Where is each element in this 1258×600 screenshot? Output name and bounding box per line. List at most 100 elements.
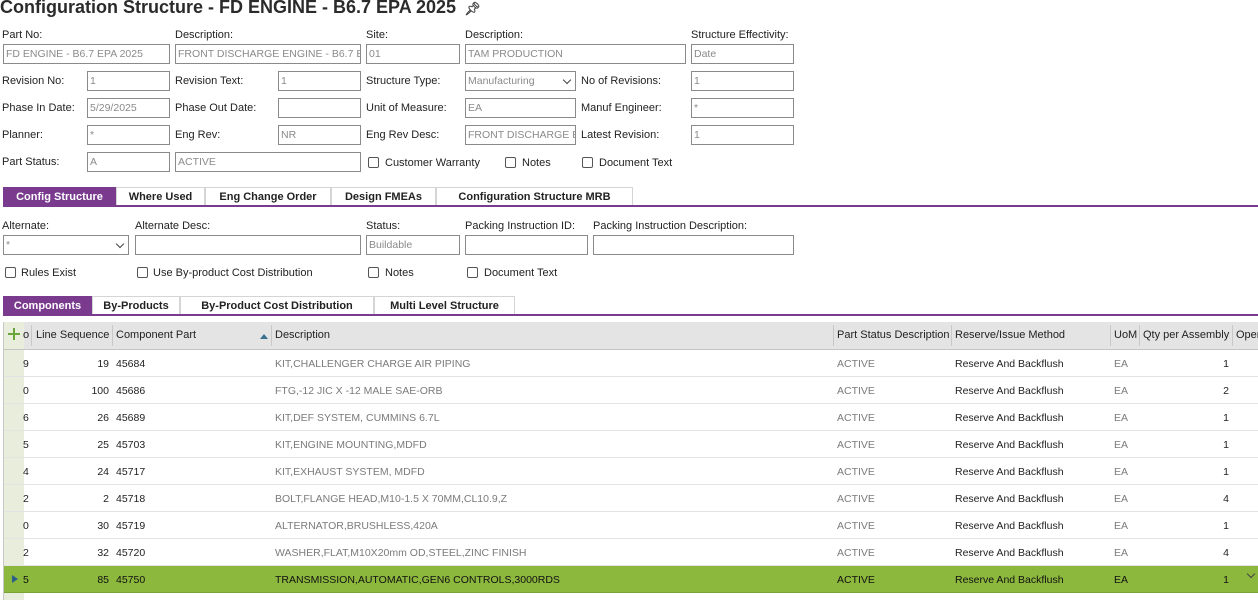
cell-description: TRANSMISSION,AUTOMATIC,GEN6 CONTROLS,300… — [275, 574, 560, 586]
tab-where-used[interactable]: Where Used — [116, 187, 205, 206]
cell-uom: EA — [1114, 439, 1129, 451]
part-status-desc-field[interactable]: ACTIVE — [175, 152, 361, 172]
cell-uom: EA — [1114, 466, 1129, 478]
part-status-field[interactable]: A — [87, 152, 170, 172]
part-description-label: Description: — [175, 29, 234, 41]
table-row[interactable]: 0 100 45686 FTG,-12 JIC X -12 MALE SAE-ORB A… — [4, 377, 1258, 404]
packing-instruction-id-field[interactable] — [465, 235, 588, 255]
cell-qty-per-assembly: 4 — [1223, 493, 1229, 505]
planner-field[interactable]: * — [87, 125, 170, 145]
table-row[interactable]: 9 19 45684 KIT,CHALLENGER CHARGE AIR PIPING… — [4, 350, 1258, 377]
site-description-field[interactable]: TAM PRODUCTION — [465, 44, 686, 64]
cell-line-sequence: 30 — [97, 520, 109, 532]
alt-document-text-checkbox[interactable] — [467, 267, 478, 278]
revision-no-field[interactable]: 1 — [87, 71, 170, 91]
alt-notes-label: Notes — [385, 267, 414, 279]
col-uom[interactable]: UoM — [1114, 329, 1137, 341]
part-description-field[interactable]: FRONT DISCHARGE ENGINE - B6.7 EP — [175, 44, 361, 64]
status-field[interactable]: Buildable — [366, 235, 460, 255]
tab-configuration-structure-mrb[interactable]: Configuration Structure MRB — [436, 187, 633, 206]
structure-effectivity-field[interactable]: Date — [691, 44, 794, 64]
eng-rev-desc-field[interactable]: FRONT DISCHARGE EN — [465, 125, 576, 145]
revision-text-field[interactable]: 1 — [278, 71, 361, 91]
pin-icon[interactable]: 📌︎ — [464, 1, 481, 17]
cell-position: 0 — [23, 520, 29, 532]
col-description[interactable]: Description — [275, 329, 330, 341]
cell-reserve-issue-method: Reserve And Backflush — [955, 493, 1064, 505]
tab-by-product-cost-distribution[interactable]: By-Product Cost Distribution — [180, 296, 374, 315]
alternate-select[interactable]: * — [3, 235, 129, 255]
col-component-part[interactable]: Component Part — [116, 329, 196, 341]
table-row[interactable]: 2 2 45718 BOLT,FLANGE HEAD,M10-1.5 X 70MM,C… — [4, 485, 1258, 512]
phase-out-date-field[interactable] — [278, 98, 361, 118]
tab-components[interactable]: Components — [3, 296, 92, 315]
notes-checkbox[interactable] — [505, 157, 516, 168]
alternate-desc-field[interactable] — [135, 235, 361, 255]
cell-component-part: 45689 — [116, 412, 146, 424]
cell-qty-per-assembly: 4 — [1223, 547, 1229, 559]
alt-notes-checkbox[interactable] — [368, 267, 379, 278]
col-qty-per-assembly[interactable]: Qty per Assembly — [1143, 329, 1229, 341]
table-row[interactable]: 0 30 45719 ALTERNATOR,BRUSHLESS,420A ACTIVE R… — [4, 512, 1258, 539]
cell-uom: EA — [1114, 574, 1129, 586]
part-status-label: Part Status: — [2, 156, 60, 168]
col-reserve-issue-method[interactable]: Reserve/Issue Method — [955, 329, 1065, 341]
tab-eng-change-order[interactable]: Eng Change Order — [205, 187, 331, 206]
table-row[interactable]: 6 26 45689 KIT,DEF SYSTEM, CUMMINS 6.7L ACTI… — [4, 404, 1258, 431]
cell-description: KIT,ENGINE MOUNTING,MDFD — [275, 439, 427, 451]
sort-ascending-icon[interactable] — [260, 334, 268, 339]
unit-of-measure-field[interactable]: EA — [465, 98, 576, 118]
cell-component-part: 45717 — [116, 466, 146, 478]
col-position-partial: o — [23, 329, 30, 341]
phase-in-date-field[interactable]: 5/29/2025 — [87, 98, 170, 118]
byproduct-cost-checkbox[interactable] — [137, 267, 148, 278]
tab-multi-level-structure[interactable]: Multi Level Structure — [374, 296, 515, 315]
tab-by-products[interactable]: By-Products — [92, 296, 180, 315]
table-row[interactable]: 4 24 45717 KIT,EXHAUST SYSTEM, MDFD ACTIVE Re… — [4, 458, 1258, 485]
page-title-text: Configuration Structure - FD ENGINE - B6… — [0, 0, 457, 17]
add-row-icon[interactable] — [8, 328, 20, 340]
customer-warranty-checkbox[interactable] — [368, 157, 379, 168]
component-tabs: Components By-Products By-Product Cost D… — [0, 296, 1258, 316]
packing-instruction-id-label: Packing Instruction ID: — [465, 220, 576, 232]
packing-instruction-desc-label: Packing Instruction Description: — [593, 220, 748, 232]
tab-config-structure[interactable]: Config Structure — [3, 187, 116, 206]
cell-qty-per-assembly: 1 — [1223, 466, 1229, 478]
table-row[interactable]: 2 32 45720 WASHER,FLAT,M10X20mm OD,STEEL,ZI… — [4, 539, 1258, 566]
alternate-label: Alternate: — [2, 220, 50, 232]
eng-rev-field[interactable]: NR — [278, 125, 361, 145]
structure-type-select[interactable]: Manufacturing — [465, 71, 576, 91]
alt-document-text-label: Document Text — [484, 267, 558, 279]
tab-design-fmeas[interactable]: Design FMEAs — [331, 187, 436, 206]
table-row[interactable]: 5 85 45750 TRANSMISSION,AUTOMATIC,GEN6 CONT… — [4, 566, 1258, 593]
cell-position: 6 — [23, 412, 29, 424]
components-grid: o Line Sequence Component Part Descripti… — [3, 322, 1258, 600]
cell-uom: EA — [1114, 493, 1129, 505]
cell-position: 2 — [23, 493, 29, 505]
cell-uom: EA — [1114, 385, 1129, 397]
col-line-sequence[interactable]: Line Sequence — [36, 329, 109, 341]
manuf-engineer-field[interactable]: * — [691, 98, 794, 118]
latest-revision-field[interactable]: 1 — [691, 125, 794, 145]
cell-line-sequence: 24 — [97, 466, 109, 478]
no-of-revisions-field[interactable]: 1 — [691, 71, 794, 91]
eng-rev-label: Eng Rev: — [175, 129, 221, 141]
cell-position: 2 — [23, 547, 29, 559]
cell-reserve-issue-method: Reserve And Backflush — [955, 412, 1064, 424]
document-text-checkbox[interactable] — [582, 157, 593, 168]
eng-rev-desc-label: Eng Rev Desc: — [366, 129, 440, 141]
cell-reserve-issue-method: Reserve And Backflush — [955, 520, 1064, 532]
cell-part-status: ACTIVE — [837, 547, 875, 559]
packing-instruction-desc-field[interactable] — [593, 235, 794, 255]
rules-exist-checkbox[interactable] — [5, 267, 16, 278]
col-oper[interactable]: Oper — [1236, 329, 1258, 341]
structure-effectivity-label: Structure Effectivity: — [691, 29, 789, 41]
cell-component-part: 45703 — [116, 439, 146, 451]
cell-qty-per-assembly: 1 — [1223, 574, 1229, 586]
part-no-field[interactable]: FD ENGINE - B6.7 EPA 2025 — [3, 44, 170, 64]
table-row[interactable]: 5 25 45703 KIT,ENGINE MOUNTING,MDFD ACTIVE Re… — [4, 431, 1258, 458]
col-part-status-description[interactable]: Part Status Description — [837, 329, 950, 341]
latest-revision-label: Latest Revision: — [581, 129, 660, 141]
byproduct-cost-label: Use By-product Cost Distribution — [153, 267, 313, 279]
site-field[interactable]: 01 — [366, 44, 460, 64]
